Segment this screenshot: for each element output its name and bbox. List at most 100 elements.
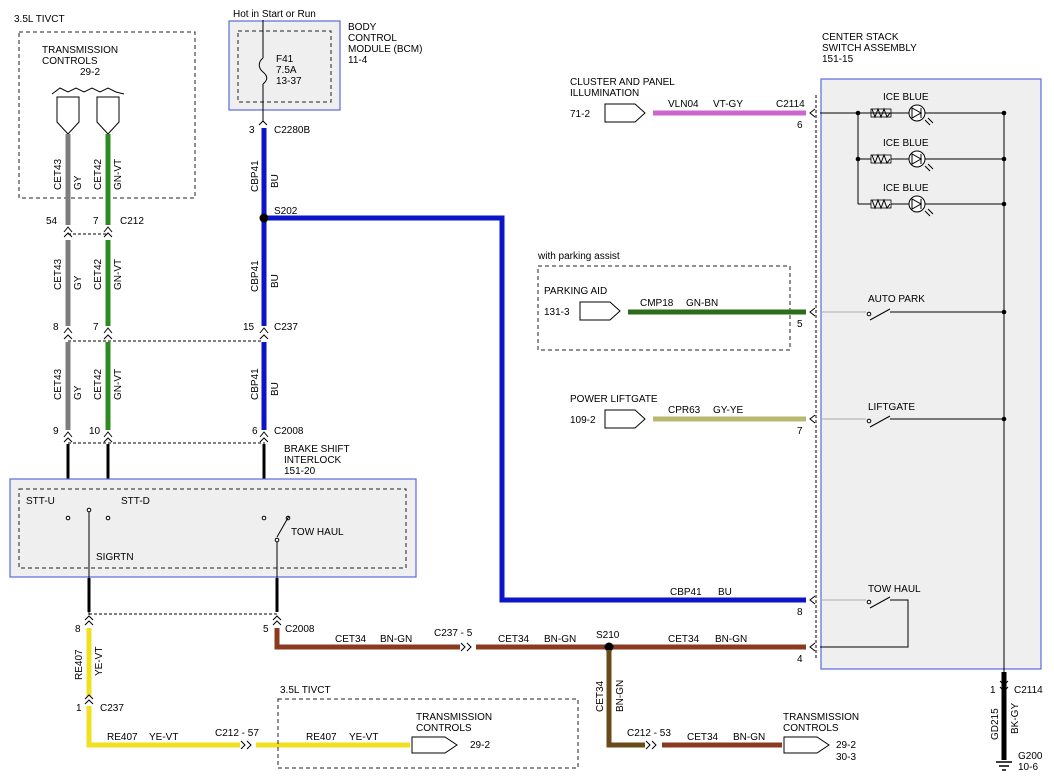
label-cet42-2: CET42 bbox=[93, 258, 104, 290]
tivct-top-ref: 29-2 bbox=[80, 67, 100, 78]
bsi-tow: TOW HAUL bbox=[291, 527, 344, 538]
label-bu-2: BU bbox=[270, 274, 281, 288]
parking-ref: 131-3 bbox=[544, 307, 570, 318]
bcm-l1: BODY bbox=[348, 22, 377, 33]
junction-dot bbox=[1001, 416, 1007, 422]
cluster-l2: ILLUMINATION bbox=[570, 88, 639, 99]
connector-shape-icon bbox=[604, 103, 646, 123]
c2114b-label: C2114 bbox=[1014, 685, 1043, 696]
tivct-bottom-l2: CONTROLS bbox=[416, 723, 472, 734]
label-bngn-4: BN-GN bbox=[733, 732, 765, 743]
junction-dot bbox=[855, 110, 861, 116]
tivct-top-module: 3.5L TIVCT TRANSMISSION CONTROLS 29-2 bbox=[14, 14, 196, 199]
label-cet34-v: CET34 bbox=[595, 680, 606, 712]
c237b-label: C237 bbox=[100, 703, 124, 714]
connector-chevron-icon bbox=[84, 615, 94, 626]
inline-connector-icon bbox=[460, 642, 472, 652]
csa-l2: SWITCH ASSEMBLY bbox=[822, 43, 917, 54]
label-gnvt-3: GN-VT bbox=[113, 369, 124, 400]
connector-shape-icon bbox=[56, 96, 80, 135]
tc-right-l2: CONTROLS bbox=[783, 723, 839, 734]
label-yevt-2: YE-VT bbox=[149, 732, 178, 743]
connector-chevron-icon bbox=[84, 694, 94, 705]
label-cpr63: CPR63 bbox=[668, 405, 701, 416]
connector-chevron-icon bbox=[258, 120, 268, 126]
connector-chevron-icon bbox=[259, 327, 269, 340]
right-sources: CLUSTER AND PANEL ILLUMINATION 71-2 VLN0… bbox=[537, 77, 806, 437]
tivct-bottom-ref: 29-2 bbox=[470, 740, 490, 751]
inline-c212-53: C212 - 53 bbox=[627, 728, 671, 739]
label-vln04: VLN04 bbox=[668, 99, 699, 110]
label-bngn-3: BN-GN bbox=[715, 634, 747, 645]
c2008-label: C2008 bbox=[274, 426, 304, 437]
hot-in-start-run: Hot in Start or Run bbox=[233, 9, 316, 20]
c2008-pin9: 9 bbox=[53, 426, 59, 437]
csa-pin4: 4 bbox=[797, 654, 803, 665]
connector-shape-icon bbox=[411, 736, 458, 754]
bsi-l2: INTERLOCK bbox=[284, 455, 342, 466]
bsi-sigrtn: SIGRTN bbox=[96, 552, 134, 563]
label-bngn-1: BN-GN bbox=[380, 634, 412, 645]
c237b-pin: 1 bbox=[76, 703, 82, 714]
tivct-bottom-title: 3.5L TIVCT bbox=[280, 685, 331, 696]
inline-c212-57: C212 - 57 bbox=[215, 728, 259, 739]
splice-s202-label: S202 bbox=[274, 206, 298, 217]
bsi-ref: 151-20 bbox=[284, 466, 316, 477]
connector-chevron-icon bbox=[63, 437, 113, 443]
connector-shape-icon bbox=[579, 301, 621, 321]
label-cet34-2: CET34 bbox=[498, 634, 530, 645]
brake-shift-interlock: BRAKE SHIFT INTERLOCK 151-20 STT-U STT-D… bbox=[9, 444, 417, 615]
c212-pin54: 54 bbox=[46, 216, 58, 227]
tivct-top-comp-l2: CONTROLS bbox=[42, 56, 98, 67]
label-bu-3: BU bbox=[270, 382, 281, 396]
c2280b-pin: 3 bbox=[249, 125, 255, 136]
connector-chevron-icon bbox=[63, 431, 113, 438]
switch-contact-icon bbox=[274, 537, 280, 543]
csa-ice3: ICE BLUE bbox=[883, 183, 929, 194]
tivct-top-title: 3.5L TIVCT bbox=[14, 14, 65, 25]
c237-pin8: 8 bbox=[53, 322, 59, 333]
label-bngn-v: BN-GN bbox=[615, 680, 626, 712]
connector-chevron-icon bbox=[272, 615, 282, 626]
inline-connector-icon bbox=[645, 740, 657, 750]
c2114b-pin: 1 bbox=[990, 685, 996, 696]
csa-ice1: ICE BLUE bbox=[883, 92, 929, 103]
splice-s202-dot bbox=[259, 213, 269, 223]
c2114-label: C2114 bbox=[776, 99, 805, 110]
label-cet34-3: CET34 bbox=[668, 634, 700, 645]
label-cet42-3: CET42 bbox=[93, 368, 104, 400]
cluster-ref: 71-2 bbox=[570, 109, 590, 120]
splice-s210-label: S210 bbox=[596, 630, 620, 641]
harness-crown-icon bbox=[51, 87, 125, 95]
switch-contact-icon bbox=[86, 507, 92, 513]
label-gyye: GY-YE bbox=[713, 405, 744, 416]
label-bu-1: BU bbox=[270, 174, 281, 188]
csa-pin8: 8 bbox=[797, 607, 803, 618]
csa-towhaul: TOW HAUL bbox=[868, 584, 921, 595]
label-gd215: GD215 bbox=[990, 708, 1001, 740]
bcm-module: Hot in Start or Run BODY CONTROL MODULE … bbox=[228, 9, 422, 136]
connector-chevron-icon bbox=[809, 642, 816, 652]
connector-chevron-icon bbox=[809, 307, 816, 317]
csa-pin5: 5 bbox=[797, 319, 803, 330]
tivct-bottom-l1: TRANSMISSION bbox=[416, 712, 492, 723]
csa-ref: 151-15 bbox=[822, 54, 854, 65]
label-re407-2: RE407 bbox=[107, 732, 138, 743]
csa-autopark: AUTO PARK bbox=[868, 294, 925, 305]
switch-contact-icon bbox=[866, 311, 872, 317]
connector-chevron-icon bbox=[63, 334, 113, 340]
label-re407-1: RE407 bbox=[74, 649, 85, 680]
bsi-sttd: STT-D bbox=[121, 496, 150, 507]
label-cet43-1: CET43 bbox=[53, 158, 64, 190]
tc-right-ref1: 29-2 bbox=[836, 740, 856, 751]
bsi-l1: BRAKE SHIFT bbox=[284, 444, 350, 455]
label-cet42-1: CET42 bbox=[93, 158, 104, 190]
label-gnbn: GN-BN bbox=[686, 298, 718, 309]
lower-left-circuits: 8 5 C2008 RE407 YE-VT 1 C237 RE407 YE-VT… bbox=[74, 578, 859, 769]
label-bkgy: BK-GY bbox=[1010, 703, 1021, 734]
label-cet34-4: CET34 bbox=[687, 732, 719, 743]
switch-contact-icon bbox=[261, 515, 267, 521]
c2114-pin6: 6 bbox=[797, 120, 803, 131]
switch-contact-icon bbox=[65, 515, 71, 521]
label-vtgy: VT-GY bbox=[713, 99, 743, 110]
